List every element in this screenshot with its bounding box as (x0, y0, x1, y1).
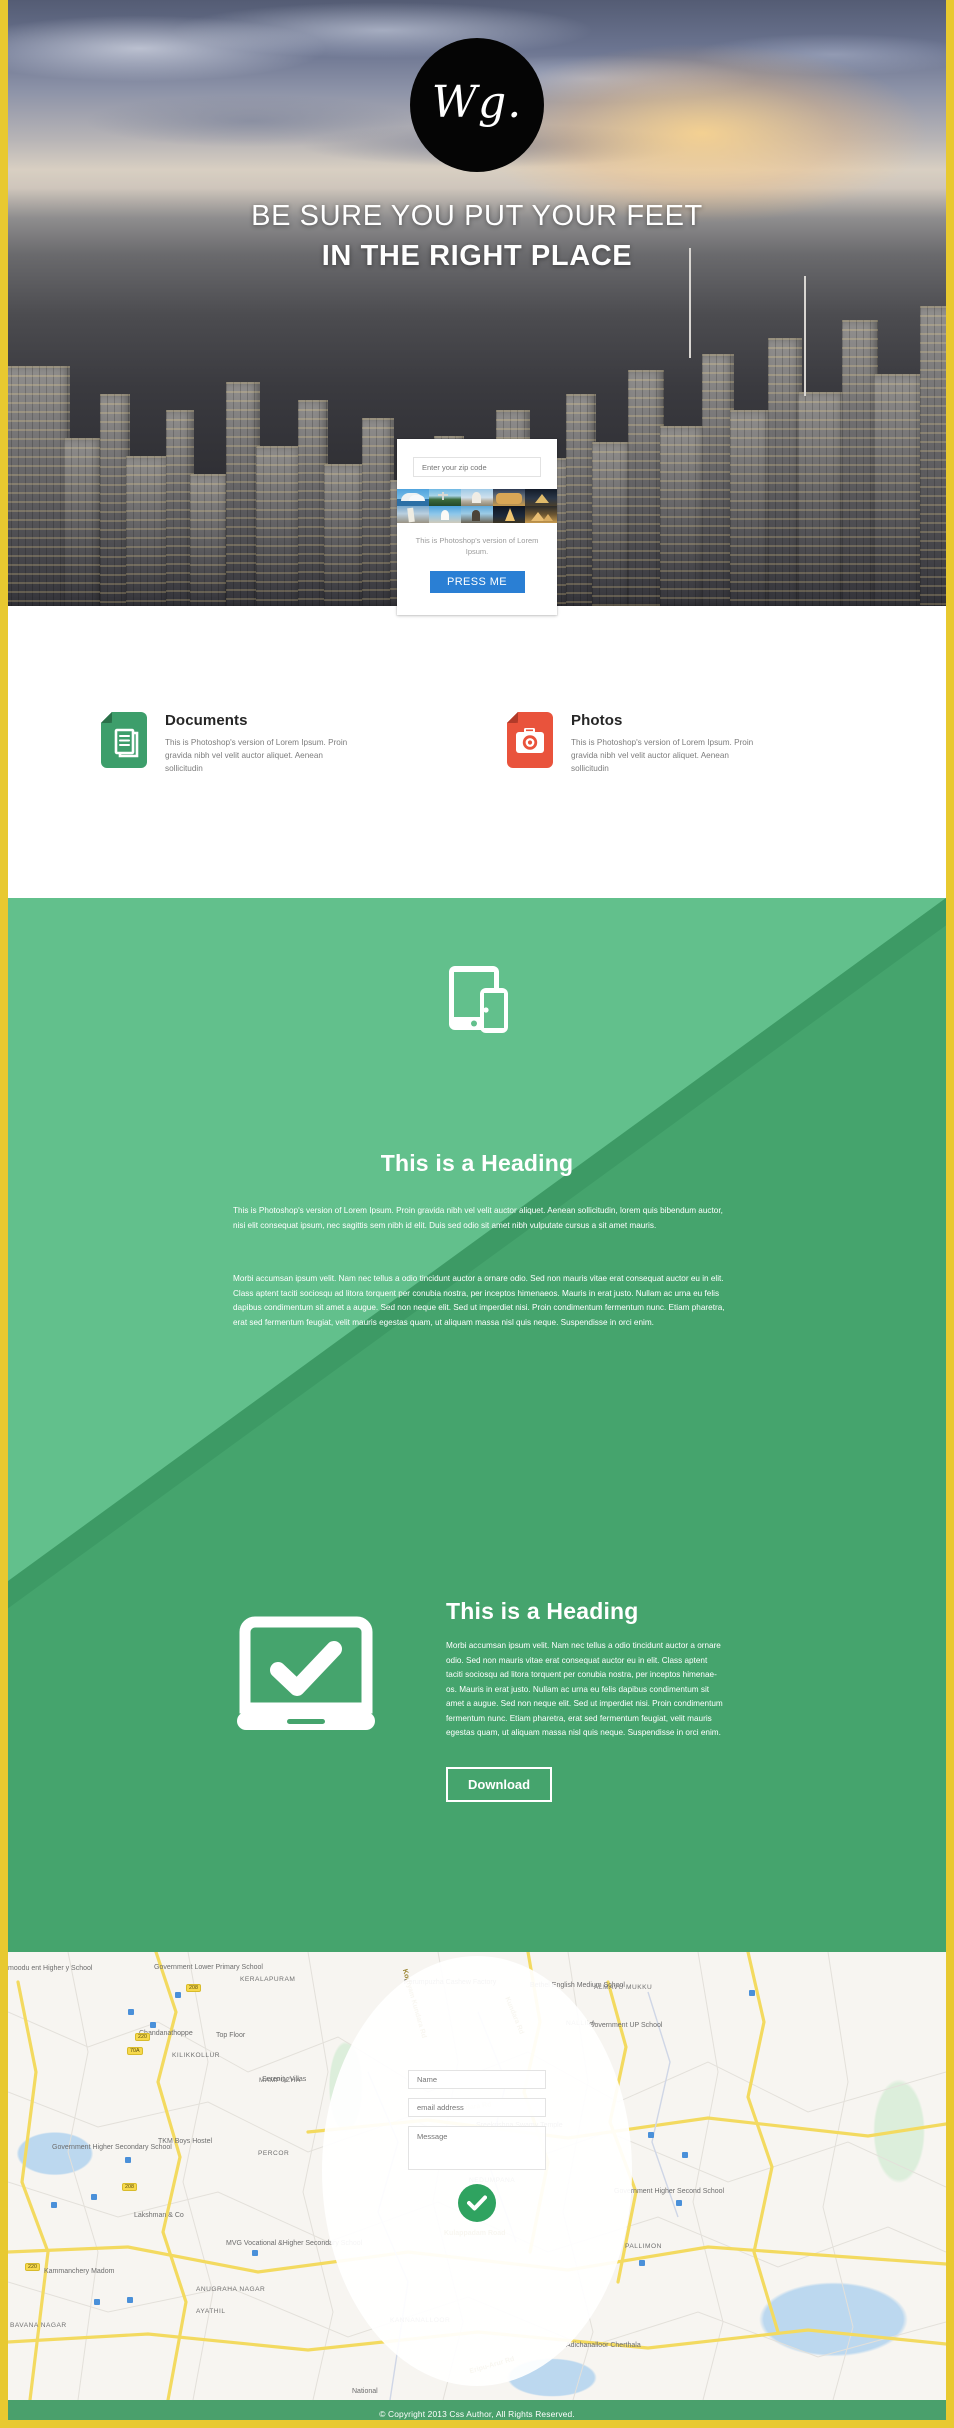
name-input[interactable] (408, 2070, 546, 2089)
map-marker-icon (128, 2009, 134, 2015)
map-label: Government Lower Primary School (154, 1964, 263, 1971)
green-paragraph-1: This is Photoshop's version of Lorem Ips… (233, 1206, 723, 1230)
photos-icon (507, 712, 553, 775)
green-paragraph-2: Morbi accumsan ipsum velit. Nam nec tell… (233, 1274, 725, 1327)
email-input[interactable] (408, 2098, 546, 2117)
thumbnail-sydney-opera-house[interactable] (397, 489, 429, 506)
features-section: Documents This is Photoshop's version of… (8, 606, 946, 898)
map-label: ALMAVU MUKKU (594, 1984, 653, 1991)
green-feature-block: This is a Heading Morbi accumsan ipsum v… (8, 1598, 946, 1802)
feature-title: Photos (571, 712, 623, 729)
thumbnail-easter-island-moai[interactable] (461, 506, 493, 523)
thumbnail-rio-christ-redeemer[interactable] (429, 489, 461, 506)
thumbnail-sacre-coeur-basilica[interactable] (461, 489, 493, 506)
hero-headline-line-2: IN THE RIGHT PLACE (321, 240, 633, 272)
feature-text: This is Photoshop's version of Lorem Ips… (165, 738, 348, 773)
map-label: PALLIMON (625, 2243, 662, 2250)
feature-title: Documents (165, 712, 248, 729)
feature-text: This is Photoshop's version of Lorem Ips… (571, 738, 754, 773)
route-shield: 70A (127, 2047, 143, 2055)
promo-card: This is Photoshop's version of Lorem Ips… (397, 439, 557, 615)
map-label: Kammanchery Madom (44, 2268, 115, 2275)
press-me-button[interactable]: PRESS ME (429, 571, 525, 593)
map-label: National (352, 2388, 378, 2395)
map-marker-icon (639, 2260, 645, 2266)
download-button[interactable]: Download (446, 1766, 553, 1802)
map-label: BAVANA NAGAR (10, 2322, 67, 2329)
contact-form (408, 2070, 546, 2222)
documents-icon (101, 712, 147, 775)
thumbnail-rome-colosseum[interactable] (493, 489, 525, 506)
hero-headline: BE SURE YOU PUT YOUR FEET IN THE RIGHT P… (8, 196, 946, 276)
map-label: Top Floor (216, 2032, 246, 2039)
map-label: Government Higher Secondary School (52, 2144, 172, 2151)
map-marker-icon (648, 2132, 654, 2138)
message-textarea[interactable] (408, 2126, 546, 2170)
green-heading-1: This is a Heading (380, 1150, 574, 1176)
hero-headline-line-1: BE SURE YOU PUT YOUR FEET (251, 200, 703, 232)
map-marker-icon (252, 2250, 258, 2256)
map-label: AYATHIL (196, 2308, 226, 2315)
landing-page: Wg. BE SURE YOU PUT YOUR FEET IN THE RIG… (0, 0, 954, 2428)
promo-caption: This is Photoshop's version of Lorem Ips… (415, 536, 539, 556)
green-heading-2: This is a Heading (446, 1598, 639, 1624)
map-marker-icon (676, 2200, 682, 2206)
green-paragraph-3: Morbi accumsan ipsum velit. Nam nec tell… (446, 1641, 723, 1737)
laptop-checkmark-icon (231, 1598, 406, 1802)
checkmark-icon (467, 2195, 487, 2211)
map-marker-icon (51, 2202, 57, 2208)
tablet-phone-icon (8, 960, 946, 1085)
map-label: ANUGRAHA NAGAR (196, 2286, 266, 2293)
map-label: Adichanalloor Cherthala (566, 2342, 641, 2349)
map-label: TKM Boys Hostel (158, 2138, 213, 2145)
thumbnail-leaning-tower-of-pisa[interactable] (397, 506, 429, 523)
page-footer: © Copyright 2013 Css Author, All Rights … (8, 2400, 946, 2420)
route-shield: 208 (122, 2183, 137, 2191)
map-marker-icon (125, 2157, 131, 2163)
map-label: PERCOR (258, 2150, 290, 2157)
route-shield: 220 (25, 2263, 40, 2271)
map-marker-icon (749, 1990, 755, 1996)
map-marker-icon (91, 2194, 97, 2200)
thumbnail-louvre-pyramid[interactable] (525, 489, 557, 506)
map-marker-icon (94, 2299, 100, 2305)
feature-photos: Photos This is Photoshop's version of Lo… (507, 712, 847, 775)
thumbnail-giza-pyramids[interactable] (525, 506, 557, 523)
green-content-section: This is a Heading This is Photoshop's ve… (8, 898, 946, 1952)
zip-code-input[interactable] (413, 457, 541, 477)
map-label: MAMPUZHA (259, 2077, 301, 2084)
map-marker-icon (682, 2152, 688, 2158)
map-label: moodu ent Higher y School (8, 1965, 93, 1972)
thumbnail-eiffel-tower[interactable] (493, 506, 525, 523)
map-label: KILIKKOLLUR (172, 2052, 221, 2059)
map-marker-icon (175, 1992, 181, 1998)
thumbnail-taj-mahal[interactable] (429, 506, 461, 523)
brand-logo[interactable]: Wg. (410, 38, 544, 172)
route-shield: 220 (135, 2033, 150, 2041)
brand-logo-text: Wg. (431, 77, 523, 128)
copyright-text: © Copyright 2013 Css Author, All Rights … (379, 2409, 575, 2419)
map-label: Lakshman & Co (134, 2212, 184, 2219)
route-shield: 208 (186, 1984, 201, 1992)
map-label: Government UP School (589, 2022, 663, 2029)
landmark-thumbnail-grid (397, 489, 557, 523)
feature-documents: Documents This is Photoshop's version of… (101, 712, 441, 775)
map-label: KERALAPURAM (240, 1976, 296, 1983)
map-section[interactable]: Government Lower Primary School KERALAPU… (8, 1952, 946, 2400)
map-marker-icon (150, 2022, 156, 2028)
submit-button[interactable] (458, 2184, 496, 2222)
map-marker-icon (127, 2297, 133, 2303)
